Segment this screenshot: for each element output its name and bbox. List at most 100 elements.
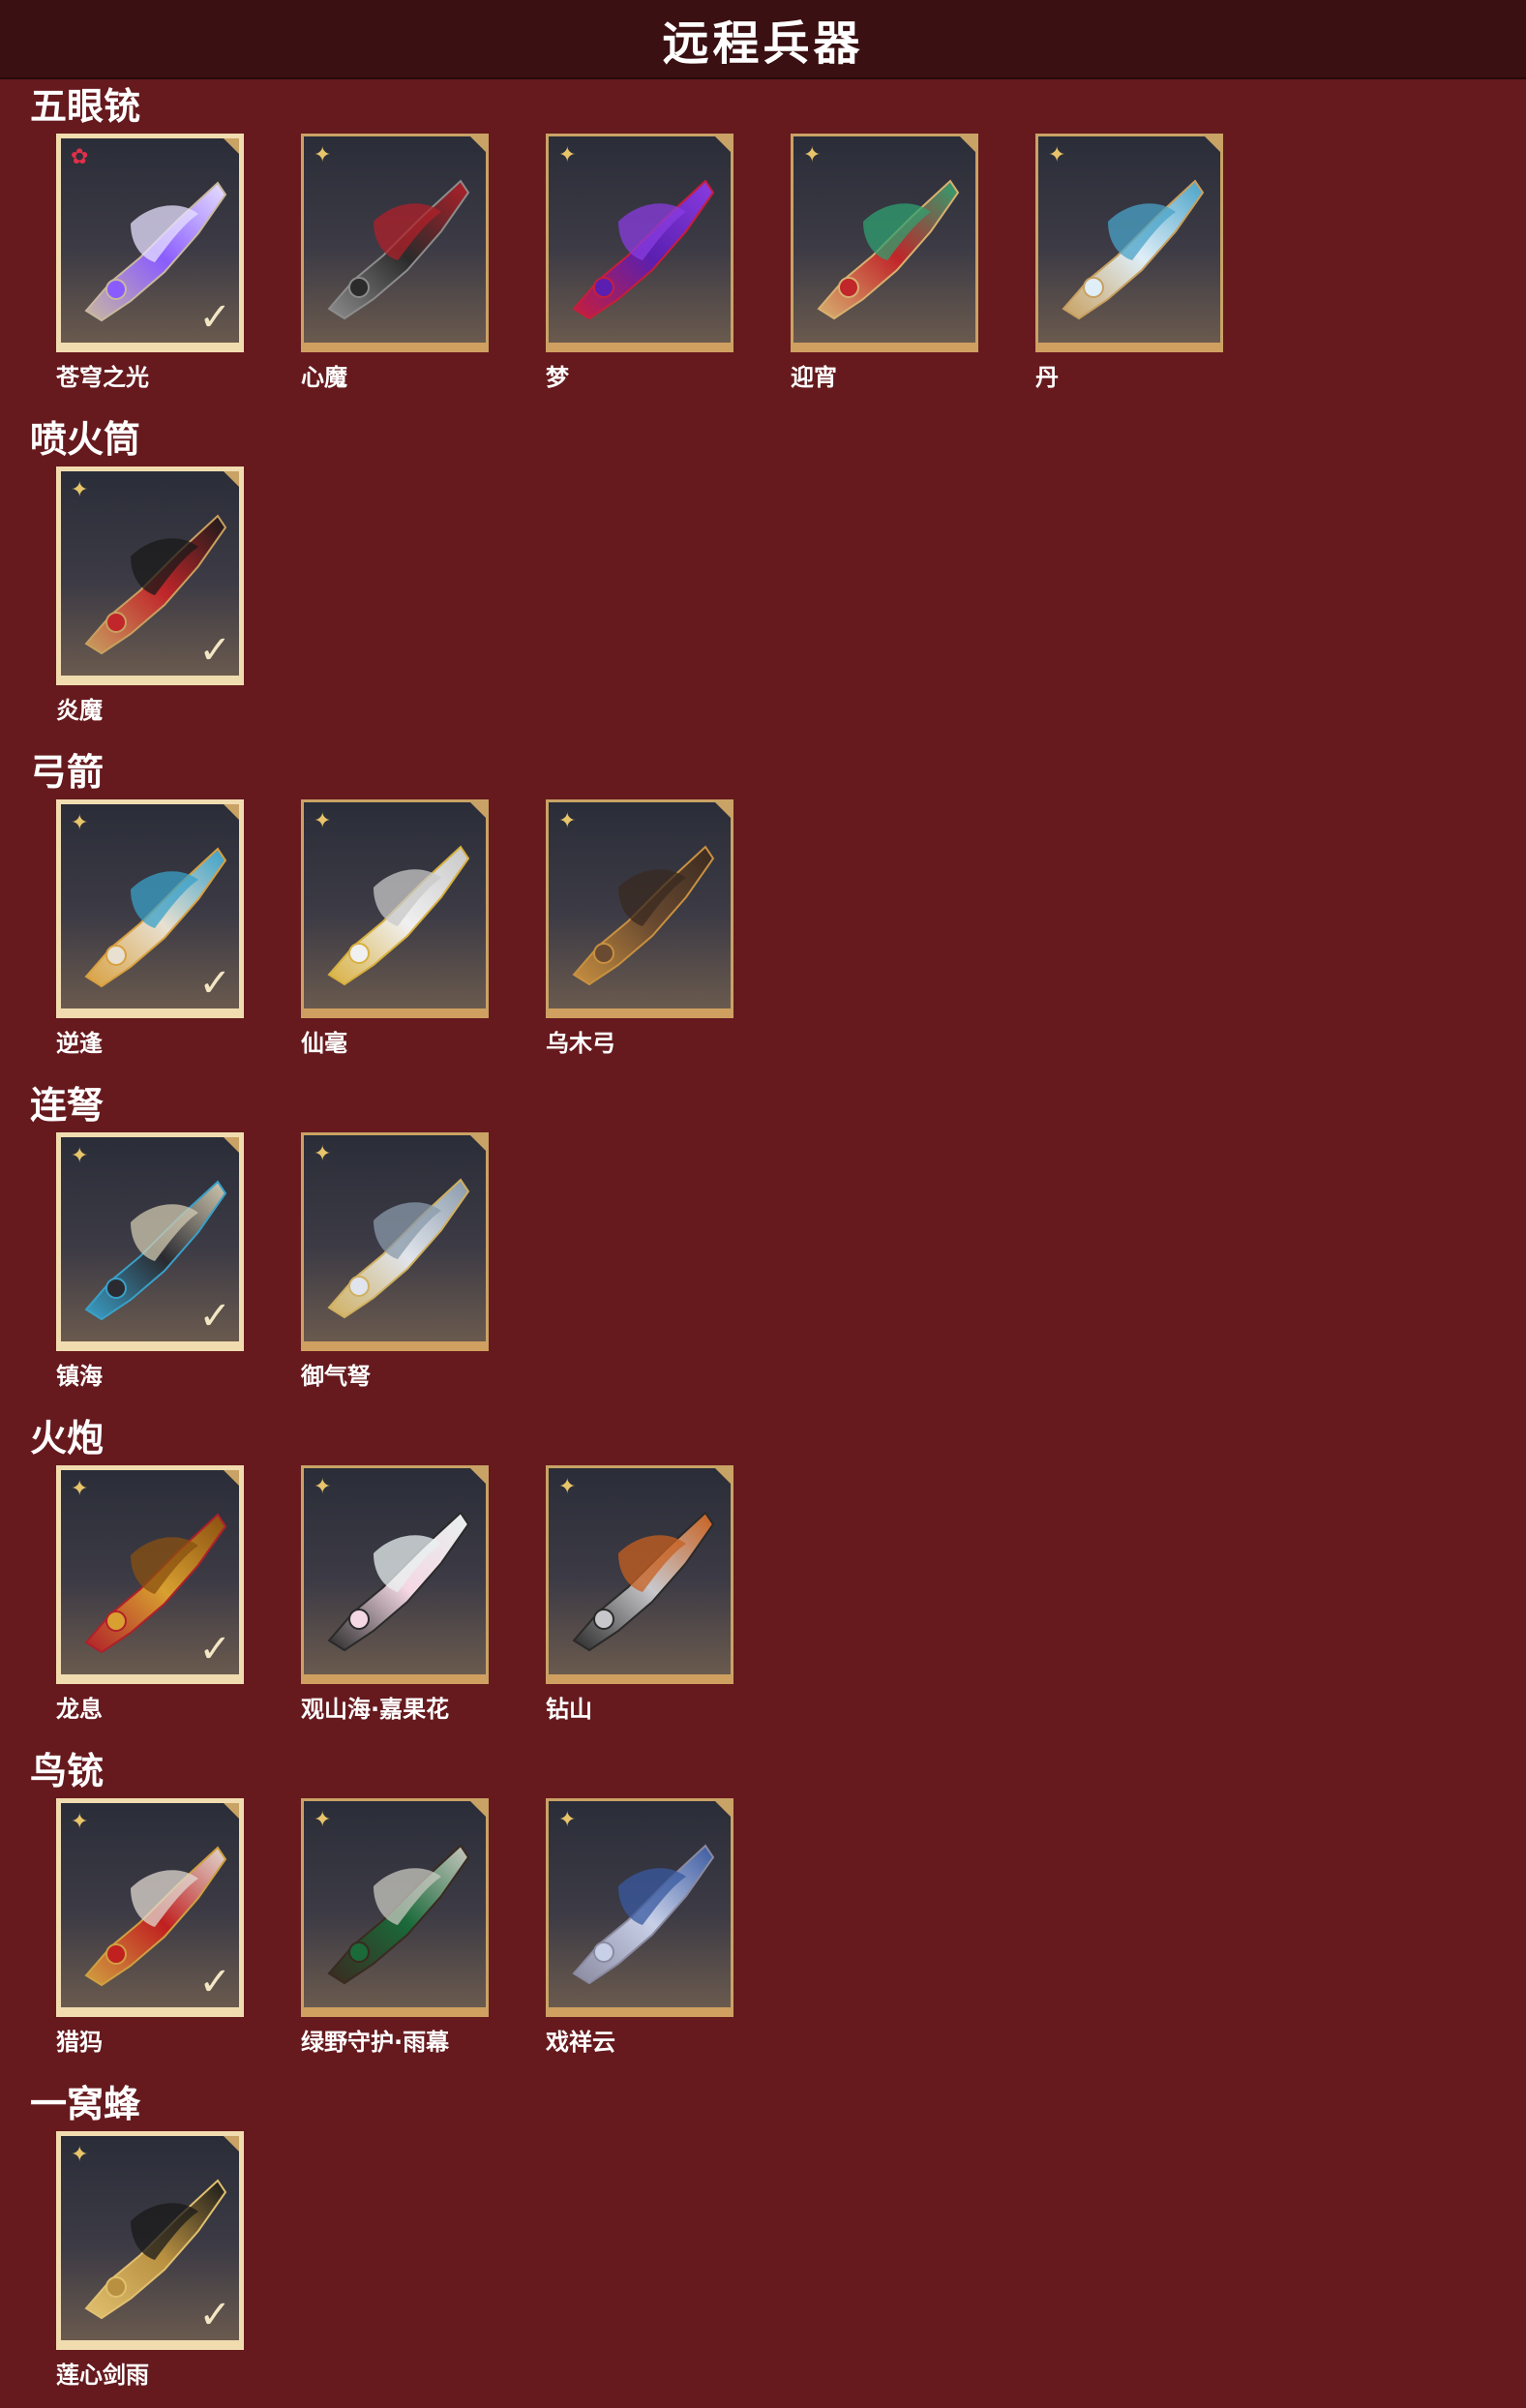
gold-star-icon: ✦	[803, 142, 822, 166]
weapon-category: 一窝蜂 ✦ ✓ 莲心剑雨	[0, 2083, 1526, 2393]
weapon-card[interactable]: ✦ ✓	[56, 467, 244, 685]
title-bar: 远程兵器	[0, 0, 1526, 79]
gold-star-icon: ✦	[558, 808, 577, 832]
gold-star-icon: ✦	[71, 2142, 89, 2166]
weapon-name: 丹	[1035, 364, 1059, 391]
category-title: 五眼铳	[30, 85, 141, 128]
weapon-item[interactable]: ✦ 绿野守护·雨幕	[301, 1798, 489, 2056]
weapon-card[interactable]: ✦	[301, 1132, 489, 1351]
weapon-card[interactable]: ✿ ✓	[56, 134, 244, 352]
corner-tab-icon	[224, 2136, 239, 2152]
category-title: 鸟铳	[30, 1750, 105, 1792]
corner-tab-icon	[960, 136, 975, 152]
weapon-item[interactable]: ✦ 戏祥云	[546, 1798, 733, 2056]
weapon-card[interactable]: ✦	[791, 134, 978, 352]
weapon-image	[572, 845, 715, 986]
weapon-image	[817, 179, 960, 320]
red-star-icon: ✿	[71, 144, 89, 168]
weapon-image	[572, 1844, 715, 1985]
weapon-item[interactable]: ✦ 心魔	[301, 134, 489, 391]
gold-star-icon: ✦	[314, 1807, 332, 1831]
check-icon: ✓	[198, 2294, 231, 2336]
weapon-image	[327, 845, 470, 986]
corner-tab-icon	[1205, 136, 1220, 152]
check-icon: ✓	[198, 1628, 231, 1671]
weapon-card[interactable]: ✦ ✓	[56, 1798, 244, 2017]
weapon-category: 连弩 ✦ ✓ 镇海 ✦ 御气弩	[0, 1084, 1526, 1394]
weapon-image	[572, 179, 715, 320]
weapon-category: 喷火筒 ✦ ✓ 炎魔	[0, 418, 1526, 728]
weapon-item[interactable]: ✦ 梦	[546, 134, 733, 391]
check-icon: ✓	[198, 962, 231, 1005]
gold-star-icon: ✦	[314, 1474, 332, 1498]
category-title: 连弩	[30, 1084, 105, 1127]
page-title: 远程兵器	[662, 16, 864, 71]
weapon-card[interactable]: ✦	[301, 134, 489, 352]
weapon-item[interactable]: ✦ 钻山	[546, 1465, 733, 1723]
weapon-card[interactable]: ✦	[301, 799, 489, 1018]
weapon-image	[1062, 179, 1205, 320]
weapon-card[interactable]: ✦	[1035, 134, 1223, 352]
weapon-card[interactable]: ✦ ✓	[56, 799, 244, 1018]
corner-tab-icon	[224, 804, 239, 820]
gold-star-icon: ✦	[71, 477, 89, 501]
weapon-name: 镇海	[56, 1363, 103, 1390]
weapon-image	[327, 179, 470, 320]
corner-tab-icon	[470, 136, 486, 152]
check-icon: ✓	[198, 629, 231, 672]
weapon-item[interactable]: ✦ 观山海·嘉果花	[301, 1465, 489, 1723]
weapon-name: 梦	[546, 364, 569, 391]
gold-star-icon: ✦	[314, 808, 332, 832]
weapon-item[interactable]: ✦ 御气弩	[301, 1132, 489, 1390]
corner-tab-icon	[224, 1803, 239, 1819]
weapon-item[interactable]: ✦ 仙毫	[301, 799, 489, 1057]
weapon-item[interactable]: ✦ 乌木弓	[546, 799, 733, 1057]
weapon-card[interactable]: ✦ ✓	[56, 2131, 244, 2350]
gold-star-icon: ✦	[71, 1143, 89, 1167]
weapon-item[interactable]: ✦ 迎宵	[791, 134, 978, 391]
gold-star-icon: ✦	[71, 810, 89, 834]
weapon-card[interactable]: ✦ ✓	[56, 1132, 244, 1351]
weapon-item[interactable]: ✦ ✓ 猎犸	[56, 1798, 244, 2056]
weapon-item[interactable]: ✦ ✓ 莲心剑雨	[56, 2131, 244, 2389]
weapon-name: 观山海·嘉果花	[301, 1696, 450, 1723]
corner-tab-icon	[470, 1468, 486, 1484]
weapon-name: 戏祥云	[546, 2029, 615, 2056]
weapon-name: 御气弩	[301, 1363, 371, 1390]
weapon-item[interactable]: ✦ ✓ 龙息	[56, 1465, 244, 1723]
corner-tab-icon	[470, 1135, 486, 1151]
gold-star-icon: ✦	[71, 1476, 89, 1500]
weapon-item[interactable]: ✦ ✓ 炎魔	[56, 467, 244, 724]
check-icon: ✓	[198, 296, 231, 339]
weapon-card[interactable]: ✦ ✓	[56, 1465, 244, 1684]
weapon-card[interactable]: ✦	[546, 799, 733, 1018]
weapon-image	[327, 1178, 470, 1319]
weapon-card[interactable]: ✦	[546, 1465, 733, 1684]
weapon-name: 心魔	[301, 364, 347, 391]
weapon-name: 乌木弓	[546, 1030, 615, 1057]
corner-tab-icon	[224, 138, 239, 154]
corner-tab-icon	[470, 802, 486, 818]
weapon-name: 炎魔	[56, 697, 103, 724]
weapon-item[interactable]: ✿ ✓ 苍穹之光	[56, 134, 244, 391]
weapon-item[interactable]: ✦ 丹	[1035, 134, 1223, 391]
check-icon: ✓	[198, 1961, 231, 2003]
weapon-item[interactable]: ✦ ✓ 镇海	[56, 1132, 244, 1390]
corner-tab-icon	[224, 471, 239, 487]
check-icon: ✓	[198, 1295, 231, 1338]
category-title: 弓箭	[30, 751, 105, 794]
weapon-item[interactable]: ✦ ✓ 逆逢	[56, 799, 244, 1057]
weapon-name: 猎犸	[56, 2029, 103, 2056]
gold-star-icon: ✦	[558, 1474, 577, 1498]
weapon-category: 鸟铳 ✦ ✓ 猎犸 ✦ 绿野守护·雨幕 ✦ 戏祥云	[0, 1750, 1526, 2060]
weapon-card[interactable]: ✦	[301, 1798, 489, 2017]
gold-star-icon: ✦	[1048, 142, 1066, 166]
weapon-name: 莲心剑雨	[56, 2362, 149, 2389]
weapon-image	[327, 1844, 470, 1985]
weapon-card[interactable]: ✦	[546, 1798, 733, 2017]
weapon-card[interactable]: ✦	[301, 1465, 489, 1684]
weapon-image	[572, 1511, 715, 1652]
corner-tab-icon	[470, 1801, 486, 1817]
category-title: 一窝蜂	[30, 2083, 141, 2125]
weapon-card[interactable]: ✦	[546, 134, 733, 352]
